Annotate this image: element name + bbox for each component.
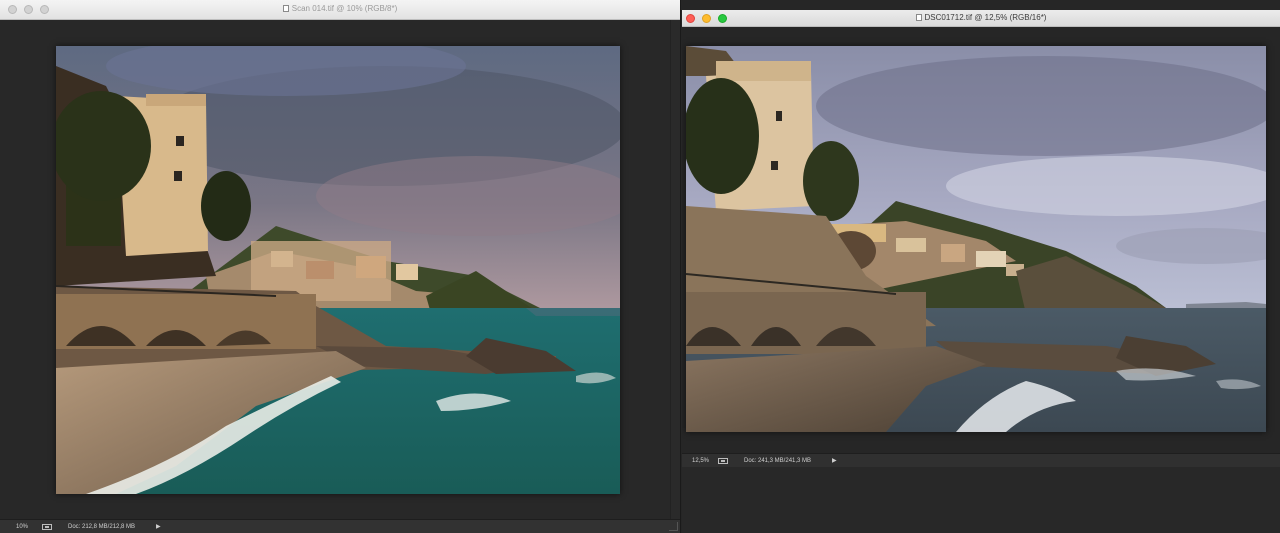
window-title: Scan 014.tif @ 10% (RGB/8*) xyxy=(291,4,398,13)
window-titlebar[interactable]: DSC01712.tif @ 12,5% (RGB/16*) xyxy=(682,10,1280,27)
document-image[interactable] xyxy=(686,46,1266,432)
document-image[interactable] xyxy=(56,46,620,494)
zoom-level[interactable]: 12,5% xyxy=(692,458,714,464)
tif-document-icon xyxy=(282,5,289,12)
status-bar: 10% Doc: 212,8 MB/212,8 MB ▶ xyxy=(0,519,680,533)
tif-document-icon xyxy=(915,14,922,21)
window-title-container: DSC01712.tif @ 12,5% (RGB/16*) xyxy=(682,13,1280,22)
vertical-scrollbar[interactable] xyxy=(670,20,680,519)
status-bar: 12,5% Doc: 241,3 MB/241,3 MB ▶ xyxy=(682,453,1280,467)
triangle-right-icon[interactable]: ▶ xyxy=(156,523,161,530)
canvas-area[interactable] xyxy=(0,20,680,519)
window-title-container: Scan 014.tif @ 10% (RGB/8*) xyxy=(0,4,680,13)
document-window-scan014[interactable]: Scan 014.tif @ 10% (RGB/8*) 10% Doc: 212… xyxy=(0,0,681,533)
document-window-dsc01712[interactable]: DSC01712.tif @ 12,5% (RGB/16*) 12,5% Doc… xyxy=(682,10,1280,533)
document-size-info: Doc: 212,8 MB/212,8 MB xyxy=(68,523,136,530)
coastal-photo-scan xyxy=(56,46,620,494)
triangle-right-icon[interactable]: ▶ xyxy=(832,457,837,464)
canvas-area[interactable] xyxy=(682,27,1280,463)
resize-grip-icon[interactable] xyxy=(669,522,678,531)
proof-setup-icon[interactable] xyxy=(718,457,728,464)
window-title: DSC01712.tif @ 12,5% (RGB/16*) xyxy=(924,13,1047,22)
window-titlebar[interactable]: Scan 014.tif @ 10% (RGB/8*) xyxy=(0,0,680,20)
zoom-level[interactable]: 10% xyxy=(16,524,38,530)
coastal-photo-digital xyxy=(686,46,1266,432)
document-size-info: Doc: 241,3 MB/241,3 MB xyxy=(744,457,812,464)
proof-setup-icon[interactable] xyxy=(42,523,52,530)
